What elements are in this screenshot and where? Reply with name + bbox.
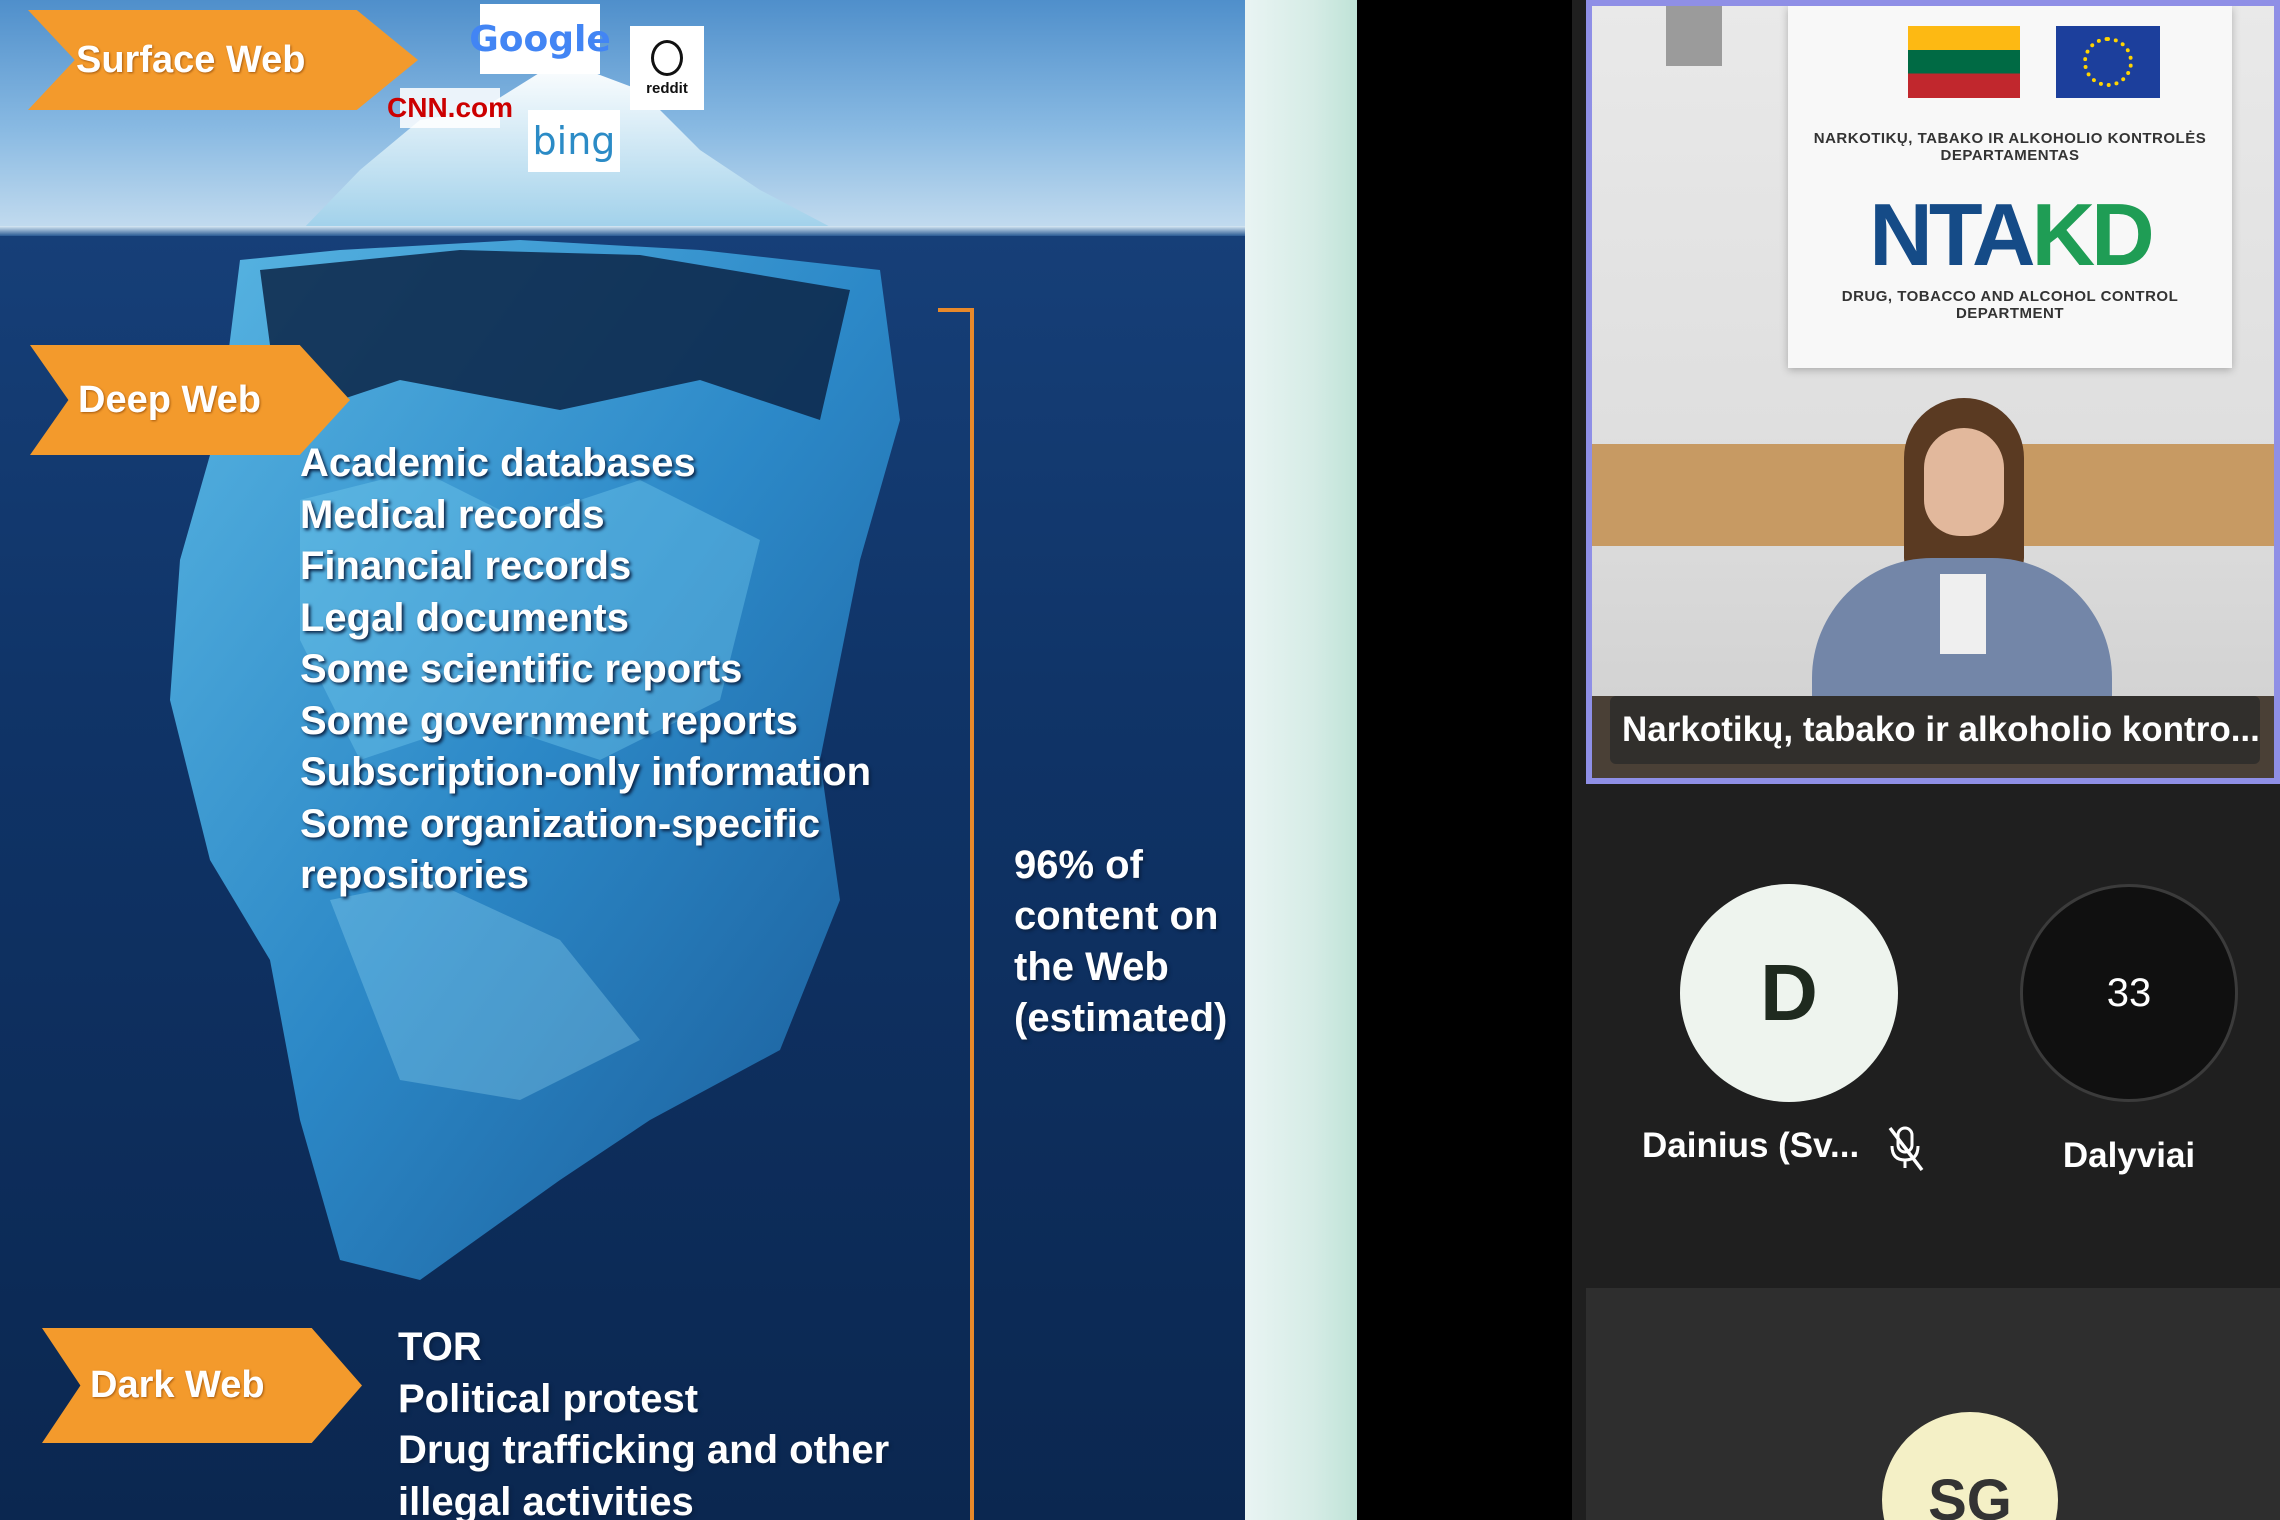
- participant-count: 33: [2106, 970, 2152, 1015]
- reddit-logo-text: reddit: [646, 79, 688, 97]
- participants-panel: NARKOTIKŲ, TABAKO IR ALKOHOLIO KONTROLĖS…: [1572, 0, 2280, 1520]
- deep-web-label: Deep Web: [78, 378, 262, 421]
- coverage-bracket: [938, 308, 974, 1520]
- eu-flag-icon: [2056, 26, 2160, 98]
- avatar[interactable]: D: [1680, 884, 1898, 1102]
- list-item: Academic databases: [300, 441, 696, 485]
- reddit-logo: reddit: [630, 26, 704, 110]
- google-logo-text: Google: [469, 18, 611, 60]
- stage-gap: [1357, 0, 1572, 1520]
- lithuania-flag-icon: [1908, 26, 2020, 98]
- list-item: Some scientific reports: [300, 647, 743, 691]
- active-speaker-tile[interactable]: NARKOTIKŲ, TABAKO IR ALKOHOLIO KONTROLĖS…: [1586, 0, 2280, 784]
- participant-name: Dainius (Sv...: [1642, 1126, 1860, 1165]
- shared-slide: Surface Web Google reddit CNN.com bing D…: [0, 0, 1357, 1520]
- dark-web-label: Dark Web: [90, 1364, 265, 1406]
- list-item: repositories: [300, 853, 529, 897]
- speaker-shirt: [1940, 574, 1986, 654]
- list-item: Drug trafficking and other: [398, 1428, 890, 1472]
- avatar-initial: D: [1760, 948, 1818, 1037]
- reddit-alien-icon: [651, 39, 683, 76]
- list-item: illegal activities: [398, 1479, 694, 1520]
- mic-off-icon: [1888, 1126, 1924, 1172]
- dark-web-list: TOR Political protest Drug trafficking a…: [398, 1322, 889, 1520]
- list-item: Financial records: [300, 544, 632, 588]
- banner-top-text: NARKOTIKŲ, TABAKO IR ALKOHOLIO KONTROLĖS…: [1813, 130, 2207, 164]
- banner-bottom-text: DRUG, TOBACCO AND ALCOHOL CONTROL DEPART…: [1841, 288, 2179, 322]
- list-item: Legal documents: [300, 595, 629, 640]
- speaker-name-label: Narkotikų, tabako ir alkoholio kontro...: [1610, 696, 2260, 764]
- deep-web-list: Academic databases Medical records Finan…: [300, 438, 871, 902]
- list-item: TOR: [398, 1325, 482, 1369]
- ntakd-logo-main: NTA: [1869, 185, 2035, 284]
- list-item: Subscription-only information: [300, 750, 872, 794]
- list-item: Some organization-specific: [300, 801, 821, 846]
- wall-fixture: [1666, 6, 1722, 66]
- surface-web-label: Surface Web: [76, 38, 306, 81]
- coverage-note: 96% of content on the Web (estimated): [1014, 843, 1228, 1040]
- participant-count-button[interactable]: 33: [2020, 884, 2238, 1102]
- cnn-logo: CNN.com: [387, 88, 513, 128]
- avatar: SG: [1882, 1412, 2058, 1520]
- ntakd-logo: NTAKD: [1788, 184, 2232, 286]
- avatar-initials: SG: [1928, 1467, 2012, 1520]
- google-logo: Google: [469, 4, 611, 74]
- bing-logo: bing: [528, 110, 620, 172]
- dark-web-arrow: Dark Web: [42, 1328, 362, 1443]
- speaker-face: [1924, 428, 2004, 536]
- list-item: Political protest: [398, 1376, 699, 1421]
- participant-tile[interactable]: SG: [1586, 1288, 2280, 1520]
- surface-web-arrow: Surface Web: [28, 10, 418, 110]
- ntakd-logo-accent: KD: [2031, 185, 2155, 284]
- cnn-logo-text: CNN.com: [387, 92, 514, 123]
- department-banner: NARKOTIKŲ, TABAKO IR ALKOHOLIO KONTROLĖS…: [1788, 6, 2232, 368]
- participants-label: Dalyviai: [2062, 1136, 2196, 1175]
- slide-edge: [1245, 0, 1357, 1520]
- list-item: Some government reports: [300, 698, 798, 743]
- bing-logo-text: bing: [532, 119, 616, 163]
- waterline: [0, 226, 1245, 236]
- list-item: Medical records: [300, 492, 605, 537]
